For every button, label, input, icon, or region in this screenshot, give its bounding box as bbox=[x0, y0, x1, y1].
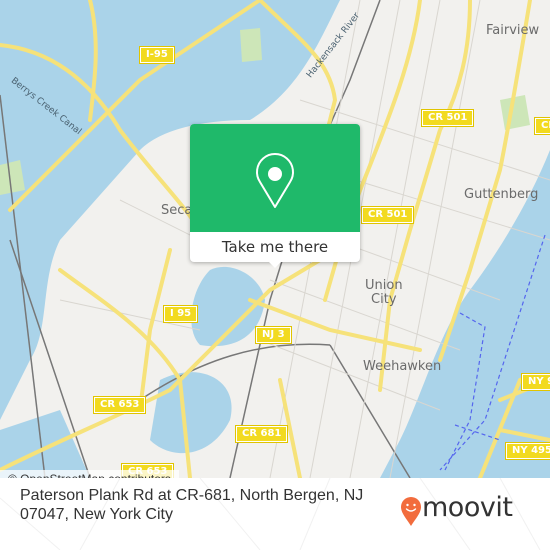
take-me-there-button[interactable]: Take me there bbox=[190, 232, 360, 262]
address-line-2: 07047, New York City bbox=[20, 506, 173, 523]
location-popup[interactable]: Take me there bbox=[190, 124, 360, 268]
place-fairview: Fairview bbox=[486, 23, 540, 38]
shield-ny9a: NY 9 bbox=[520, 373, 550, 391]
address-line-1: Paterson Plank Rd at CR-681, North Berge… bbox=[20, 487, 364, 504]
shield-cr501: CR 501 bbox=[360, 206, 415, 224]
footer: Paterson Plank Rd at CR-681, North Berge… bbox=[0, 478, 550, 550]
shield-cr681: CR 681 bbox=[234, 425, 289, 443]
place-weehawken: Weehawken bbox=[363, 359, 442, 374]
stop-address: Paterson Plank Rd at CR-681, North Berge… bbox=[20, 486, 380, 524]
place-guttenberg: Guttenberg bbox=[464, 187, 539, 202]
shield-ny495: NY 495 bbox=[505, 442, 550, 460]
shield-i95: I 95 bbox=[162, 305, 199, 323]
shield-cr501: CR 501 bbox=[420, 109, 475, 127]
shield-cr653: CR 653 bbox=[92, 396, 147, 414]
shield-cr501-partial: CR bbox=[533, 117, 550, 135]
moovit-pin-icon bbox=[401, 497, 421, 526]
map-pin-icon bbox=[256, 153, 294, 208]
popup-header bbox=[190, 124, 360, 232]
place-union-city: Union City bbox=[365, 278, 403, 307]
place-secaucus: Seca bbox=[161, 203, 193, 218]
moovit-wordmark: moovit bbox=[422, 492, 513, 523]
osm-attribution[interactable]: © OpenStreetMap contributors bbox=[0, 470, 179, 478]
shield-i95: I-95 bbox=[139, 46, 175, 64]
popup-pointer bbox=[268, 261, 282, 268]
shield-nj3: NJ 3 bbox=[255, 326, 292, 344]
